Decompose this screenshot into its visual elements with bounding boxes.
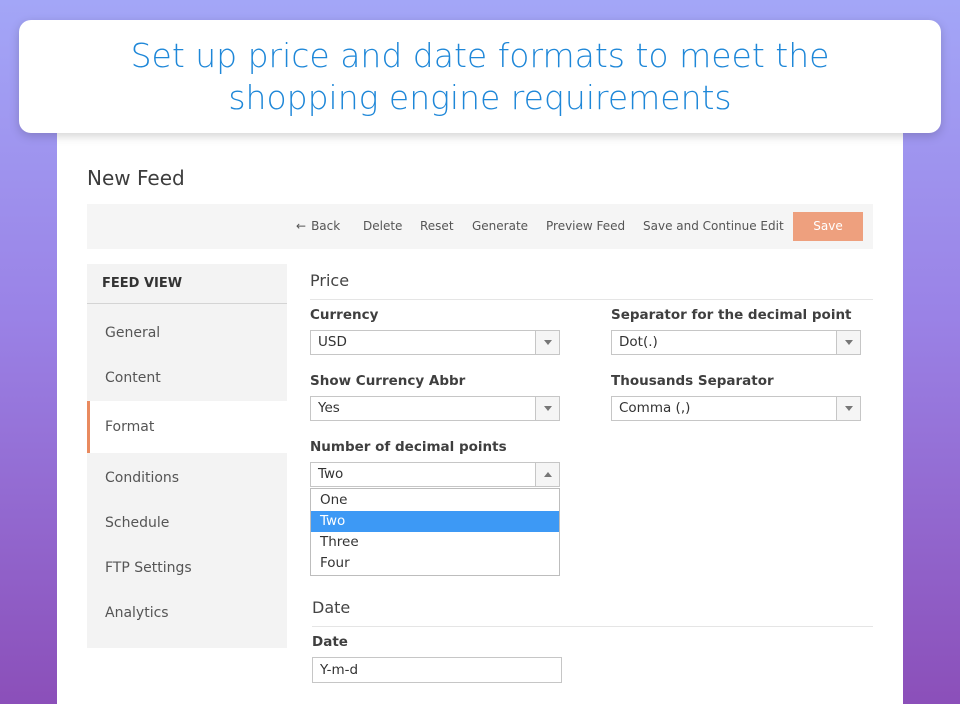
reset-button[interactable]: Reset [420, 204, 454, 249]
date-section-title: Date [312, 598, 351, 617]
sidebar-item-conditions[interactable]: Conditions [87, 456, 287, 501]
chevron-down-icon [535, 331, 559, 354]
show-currency-abbr-label: Show Currency Abbr [310, 373, 466, 389]
dropdown-option[interactable]: Four [311, 553, 559, 574]
preview-feed-button[interactable]: Preview Feed [546, 204, 625, 249]
chevron-down-icon [836, 397, 860, 420]
decimal-points-label: Number of decimal points [310, 439, 507, 455]
page-title: New Feed [87, 166, 185, 190]
dropdown-option-selected[interactable]: Two [311, 511, 559, 532]
save-button[interactable]: Save [793, 212, 863, 241]
arrow-left-icon: ← [296, 219, 307, 233]
price-section-title: Price [310, 271, 350, 290]
sidebar-item-ftp-settings[interactable]: FTP Settings [87, 546, 287, 591]
headline-banner: Set up price and date formats to meet th… [19, 20, 941, 133]
price-section-divider [310, 299, 873, 300]
decimal-points-value: Two [318, 466, 344, 482]
sidebar-item-analytics[interactable]: Analytics [87, 591, 287, 636]
decimal-separator-select[interactable]: Dot(.) [611, 330, 861, 355]
feed-view-sidebar: FEED VIEW General Content Format Conditi… [87, 264, 287, 648]
decimal-separator-label: Separator for the decimal point [611, 307, 852, 323]
generate-button[interactable]: Generate [472, 204, 528, 249]
date-format-input[interactable] [312, 657, 562, 683]
headline-text: Set up price and date formats to meet th… [130, 35, 830, 117]
chevron-up-icon [535, 463, 559, 486]
currency-label: Currency [310, 307, 379, 323]
date-format-label: Date [312, 634, 348, 650]
back-label: Back [311, 219, 341, 233]
dropdown-option[interactable]: One [311, 490, 559, 511]
sidebar-item-general[interactable]: General [87, 311, 287, 356]
thousands-separator-label: Thousands Separator [611, 373, 774, 389]
dropdown-option[interactable]: Three [311, 532, 559, 553]
chevron-down-icon [535, 397, 559, 420]
thousands-separator-select[interactable]: Comma (,) [611, 396, 861, 421]
action-toolbar: ← Back Delete Reset Generate Preview Feed… [87, 204, 873, 249]
sidebar-item-schedule[interactable]: Schedule [87, 501, 287, 546]
delete-button[interactable]: Delete [363, 204, 402, 249]
sidebar-item-format[interactable]: Format [87, 401, 287, 453]
back-button[interactable]: ← Back [296, 204, 340, 249]
decimal-points-select[interactable]: Two [310, 462, 560, 487]
sidebar-header: FEED VIEW [87, 264, 287, 304]
sidebar-item-content[interactable]: Content [87, 356, 287, 401]
show-currency-abbr-value: Yes [318, 400, 340, 416]
date-section-divider [312, 626, 873, 627]
decimal-points-dropdown: One Two Three Four [310, 488, 560, 576]
currency-value: USD [318, 334, 347, 350]
currency-select[interactable]: USD [310, 330, 560, 355]
thousands-separator-value: Comma (,) [619, 400, 691, 416]
save-and-continue-button[interactable]: Save and Continue Edit [643, 204, 784, 249]
chevron-down-icon [836, 331, 860, 354]
decimal-separator-value: Dot(.) [619, 334, 658, 350]
show-currency-abbr-select[interactable]: Yes [310, 396, 560, 421]
